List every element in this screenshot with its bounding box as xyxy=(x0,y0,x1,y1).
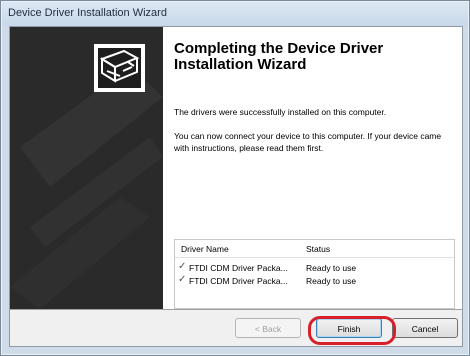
checkmark-icon: ✓ xyxy=(178,261,187,272)
wizard-window: Device Driver Installation Wizard Comple… xyxy=(0,0,470,356)
finish-button[interactable]: Finish xyxy=(316,318,382,338)
table-row[interactable]: ✓ FTDI CDM Driver Packa... Ready to use xyxy=(175,261,454,276)
driver-status-cell: Ready to use xyxy=(306,263,357,273)
driver-status-cell: Ready to use xyxy=(306,276,357,286)
driver-status-table: Driver Name Status ✓ FTDI CDM Driver Pac… xyxy=(174,239,455,309)
side-panel-graphic xyxy=(10,27,163,309)
cancel-button[interactable]: Cancel xyxy=(392,318,458,338)
driver-name-cell: FTDI CDM Driver Packa... xyxy=(189,263,288,273)
title-bar[interactable]: Device Driver Installation Wizard xyxy=(2,2,468,26)
checkmark-icon: ✓ xyxy=(178,274,187,285)
driver-box-icon xyxy=(94,44,145,92)
instructions-message: You can now connect your device to this … xyxy=(174,131,442,153)
wizard-client-area: Completing the Device Driver Installatio… xyxy=(9,26,463,347)
table-row[interactable]: ✓ FTDI CDM Driver Packa... Ready to use xyxy=(175,274,454,289)
button-separator xyxy=(10,309,462,310)
column-header-driver-name[interactable]: Driver Name xyxy=(181,244,229,254)
driver-name-cell: FTDI CDM Driver Packa... xyxy=(189,276,288,286)
success-message: The drivers were successfully installed … xyxy=(174,107,387,117)
window-title: Device Driver Installation Wizard xyxy=(8,7,167,19)
back-button[interactable]: < Back xyxy=(235,318,301,338)
wizard-side-panel xyxy=(10,27,163,309)
table-header: Driver Name Status xyxy=(175,240,454,258)
page-title: Completing the Device Driver Installatio… xyxy=(174,40,384,73)
wizard-content: Completing the Device Driver Installatio… xyxy=(163,27,462,309)
column-header-status[interactable]: Status xyxy=(306,244,330,254)
